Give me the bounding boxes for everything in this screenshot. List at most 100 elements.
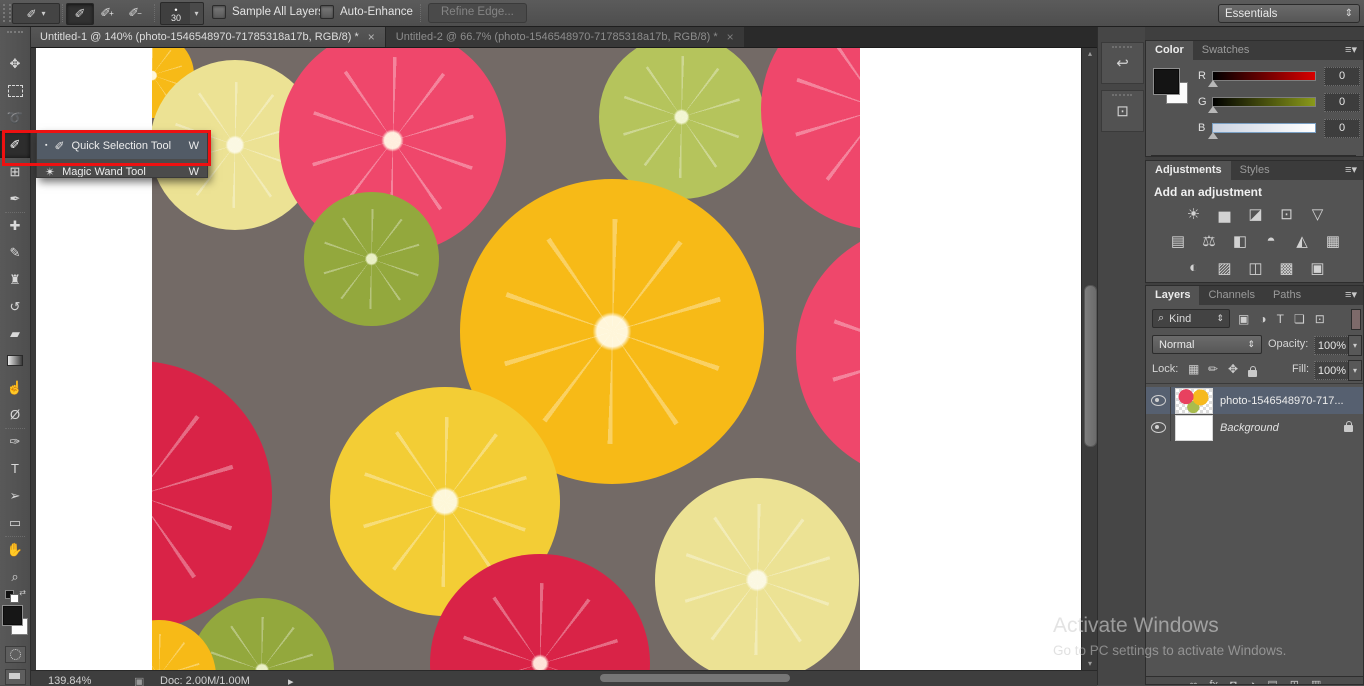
path-selection-tool[interactable]: ➢ [0, 482, 30, 509]
type-tool[interactable]: T [0, 455, 30, 482]
panel-menu-icon[interactable]: ≡▾ [1339, 161, 1363, 180]
collapsed-panel-2[interactable]: ⊡ [1101, 90, 1144, 132]
workspace-switcher[interactable]: Essentials ⇕ [1218, 4, 1360, 23]
tab-color[interactable]: Color [1146, 41, 1193, 60]
add-to-selection-button[interactable]: ✐ + [94, 3, 120, 23]
black-swatch[interactable] [1345, 155, 1356, 156]
spot-healing-brush-tool[interactable]: ✚ [0, 212, 30, 239]
layer-mask-icon[interactable]: ◘ [1230, 680, 1237, 685]
green-value-field[interactable]: 0 [1324, 93, 1360, 112]
posterize-icon[interactable]: ▨ [1216, 259, 1234, 277]
screen-mode-button[interactable] [5, 669, 26, 685]
auto-enhance-option[interactable]: Auto-Enhance [320, 5, 413, 19]
layer-group-icon[interactable]: ▤ [1267, 680, 1277, 685]
swap-colors-mini[interactable]: ⇄ [5, 588, 26, 603]
levels-icon[interactable]: ▅ [1216, 205, 1234, 223]
blue-slider-thumb[interactable] [1208, 132, 1218, 139]
pen-tool[interactable]: ✑ [0, 428, 30, 455]
subtract-from-selection-button[interactable]: ✐ − [122, 3, 148, 23]
tool-preset-picker[interactable]: ✐ ▾ [12, 3, 60, 24]
color-spectrum-ramp[interactable] [1151, 155, 1347, 156]
scroll-up-icon[interactable]: ▴ [1082, 49, 1098, 58]
brush-size-caret[interactable]: ▾ [190, 2, 204, 25]
hand-tool[interactable]: ✋ [0, 536, 30, 563]
tab-paths[interactable]: Paths [1264, 286, 1310, 305]
tab-styles[interactable]: Styles [1231, 161, 1279, 180]
crop-tool[interactable]: ⊞ [0, 158, 30, 185]
hue-saturation-icon[interactable]: ▤ [1169, 232, 1187, 250]
opacity-caret[interactable]: ▾ [1348, 335, 1362, 356]
layer-thumbnail[interactable] [1175, 387, 1213, 414]
filter-shape-layers-icon[interactable]: ❏ [1294, 312, 1305, 326]
fill-caret[interactable]: ▾ [1348, 360, 1362, 381]
red-slider-thumb[interactable] [1208, 80, 1218, 87]
invert-icon[interactable]: ◐ [1185, 259, 1203, 277]
move-tool[interactable]: ✥ [0, 50, 30, 77]
layer-name[interactable]: photo-1546548970-717... [1220, 395, 1344, 407]
color-balance-icon[interactable]: ⚖ [1200, 232, 1218, 250]
brightness-contrast-icon[interactable]: ☀ [1185, 205, 1203, 223]
channel-mixer-icon[interactable]: ◭ [1293, 232, 1311, 250]
layer-row-background[interactable]: Background [1146, 414, 1363, 441]
layer-row-photo[interactable]: photo-1546548970-717... [1146, 387, 1363, 414]
gradient-map-icon[interactable]: ▩ [1278, 259, 1296, 277]
foreground-color-swatch[interactable] [2, 605, 23, 626]
zoom-level[interactable]: 139.84% [48, 675, 91, 686]
link-layers-icon[interactable]: ∞ [1190, 680, 1198, 685]
filter-adjustment-layers-icon[interactable]: ◑ [1259, 312, 1266, 326]
lock-pixels-icon[interactable]: ✏ [1208, 362, 1218, 376]
smudge-tool[interactable]: ☝ [0, 374, 30, 401]
scroll-down-icon[interactable]: ▾ [1082, 659, 1098, 668]
quick-selection-tool[interactable]: ✐ [0, 131, 30, 158]
brush-tool[interactable]: ✎ [0, 239, 30, 266]
color-foreground-swatch[interactable] [1153, 68, 1180, 95]
close-icon[interactable]: × [727, 30, 734, 44]
tab-adjustments[interactable]: Adjustments [1146, 161, 1231, 180]
auto-enhance-checkbox[interactable] [320, 5, 334, 19]
layer-thumbnail[interactable] [1175, 414, 1213, 441]
vibrance-icon[interactable]: ▽ [1309, 205, 1327, 223]
red-slider[interactable] [1212, 71, 1316, 81]
tab-channels[interactable]: Channels [1199, 286, 1263, 305]
rectangular-marquee-tool[interactable] [0, 77, 30, 104]
curves-icon[interactable]: ◪ [1247, 205, 1265, 223]
history-brush-tool[interactable]: ↺ [0, 293, 30, 320]
horizontal-scrollbar-thumb[interactable] [600, 674, 790, 682]
tab-swatches[interactable]: Swatches [1193, 41, 1259, 60]
layer-visibility-toggle[interactable] [1146, 387, 1171, 414]
sample-all-layers-option[interactable]: Sample All Layers [212, 5, 324, 19]
lock-transparency-icon[interactable]: ▦ [1188, 362, 1199, 376]
gradient-tool[interactable] [0, 347, 30, 374]
layer-filter-kind-select[interactable]: ⌕ Kind ⇕ [1152, 309, 1230, 328]
red-value-field[interactable]: 0 [1324, 67, 1360, 86]
new-selection-button[interactable]: ✐ [66, 3, 94, 25]
black-white-icon[interactable]: ◧ [1231, 232, 1249, 250]
layer-name[interactable]: Background [1220, 422, 1279, 434]
collapsed-history-panel[interactable]: ↩ [1101, 42, 1144, 84]
layer-effects-icon[interactable]: fx [1209, 680, 1218, 685]
shape-tool[interactable]: ▭ [0, 509, 30, 536]
dodge-tool[interactable]: Ø [0, 401, 30, 428]
layer-visibility-toggle[interactable] [1146, 414, 1171, 441]
adjustment-layer-icon[interactable]: ◑ [1249, 680, 1256, 685]
menu-item-quick-selection-tool[interactable]: ▪ ✐ Quick Selection Tool W [37, 132, 207, 159]
close-icon[interactable]: × [368, 30, 375, 44]
document-tab-1[interactable]: Untitled-1 @ 140% (photo-1546548970-7178… [30, 26, 385, 47]
color-lookup-icon[interactable]: ▦ [1324, 232, 1342, 250]
blue-slider[interactable] [1212, 123, 1316, 133]
new-layer-icon[interactable]: ⊞ [1290, 680, 1299, 685]
canvas-photo[interactable] [152, 47, 860, 670]
blend-mode-select[interactable]: Normal ⇕ [1152, 335, 1262, 354]
filter-smart-objects-icon[interactable]: ⊡ [1315, 312, 1325, 326]
fill-value-field[interactable]: 100% [1314, 361, 1350, 380]
filter-type-layers-icon[interactable]: T [1277, 312, 1284, 326]
sample-all-layers-checkbox[interactable] [212, 5, 226, 19]
refine-edge-button[interactable]: Refine Edge... [428, 3, 527, 23]
layer-filter-toggle[interactable] [1351, 309, 1361, 330]
brush-size-picker[interactable]: • 30 [160, 2, 192, 25]
lasso-tool[interactable]: ➰ [0, 104, 30, 131]
panel-menu-icon[interactable]: ≡▾ [1339, 41, 1363, 60]
eyedropper-tool[interactable]: ✒ [0, 185, 30, 212]
quick-mask-mode-button[interactable] [5, 646, 26, 663]
zoom-tool[interactable]: ⌕ [0, 563, 30, 590]
